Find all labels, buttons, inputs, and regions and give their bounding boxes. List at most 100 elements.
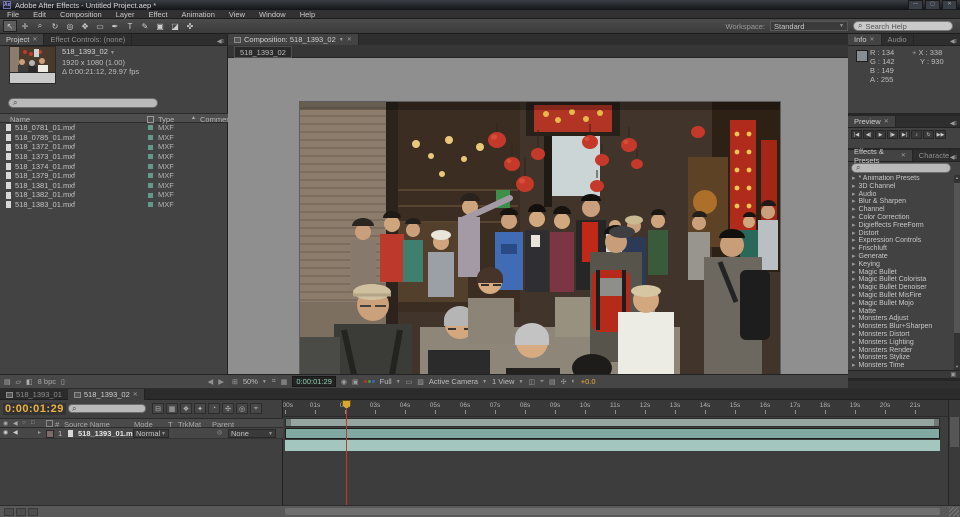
draft-3d-icon[interactable]: ▦ [166,403,178,414]
transport-button[interactable]: ▶▶ [935,130,946,139]
reset-exposure-icon[interactable]: ◐ [571,378,575,385]
time-ruler[interactable]: 0:00s01s02s03s04s05s06s07s08s09s10s11s12… [283,400,948,417]
expand-arrow-icon[interactable] [852,206,856,214]
expand-arrow-icon[interactable] [852,245,856,253]
timeline-search-field[interactable] [68,404,146,413]
expand-arrow-icon[interactable] [852,253,856,261]
chevron-down-icon[interactable] [110,50,115,56]
mask-visibility-icon[interactable]: ▦ [281,378,288,386]
tool-button[interactable]: ▣ [153,20,167,32]
effect-category-row[interactable]: Monsters Lighting [848,339,954,347]
tool-button[interactable]: ✜ [183,20,197,32]
timeline-button-icon[interactable]: ▤ [549,378,556,386]
expand-arrow-icon[interactable]: ▸ [38,429,41,436]
transport-button[interactable]: ◀| [863,130,874,139]
effect-category-row[interactable]: Blur & Sharpen [848,198,954,206]
tab-info[interactable]: Info [848,34,882,45]
panel-menu-icon[interactable] [950,154,960,161]
transparency-grid-icon[interactable]: ▨ [417,378,424,386]
tab-effect-controls[interactable]: Effect Controls: (none) [44,34,132,45]
layer-row[interactable]: ◉ ◀ ▸ 1 518_1393_01.mxf Normal ◎ None [0,428,283,439]
project-column-headers[interactable]: Name Type ▲ Comment [0,113,228,123]
composition-viewer[interactable] [228,58,848,374]
work-area-start-handle[interactable] [286,419,291,426]
workspace-dropdown[interactable]: Standard [770,21,848,31]
effect-category-row[interactable]: Magic Bullet Denoiser [848,284,954,292]
effect-category-row[interactable]: Matte [848,308,954,316]
tab-composition[interactable]: Composition: 518_1393_02 [228,34,359,45]
tool-button[interactable]: ⌕ [33,20,47,32]
exposure-value[interactable]: +0.0 [581,377,596,386]
tab-project[interactable]: Project [0,34,44,45]
timeline-horizontal-scrollbar[interactable] [285,508,940,515]
effect-category-row[interactable]: Magic Bullet Mojo [848,300,954,308]
audio-icon[interactable]: ◀ [13,429,18,436]
chevron-down-icon[interactable] [339,37,344,43]
timeline-vertical-scrollbar[interactable] [948,400,960,505]
scrollbar-thumb[interactable] [954,183,960,333]
effect-category-row[interactable]: Generate [848,253,954,261]
menu-item[interactable]: Window [252,10,293,19]
hand-grid-icon[interactable]: ⊞ [232,378,238,386]
tool-button[interactable]: ✎ [138,20,152,32]
tool-button[interactable]: ▭ [93,20,107,32]
panel-menu-icon[interactable] [950,38,960,45]
close-icon[interactable] [32,36,37,43]
auto-keyframe-icon[interactable]: ◎ [236,403,248,414]
zoom-out-icon[interactable] [16,508,26,516]
effect-category-row[interactable]: Monsters Stylize [848,354,954,362]
close-icon[interactable] [133,391,138,398]
project-row[interactable]: 518_1382_01.mxf MXF [0,190,228,200]
panel-menu-icon[interactable] [950,120,960,127]
scrollbar-thumb[interactable] [950,417,959,447]
expand-arrow-icon[interactable] [852,175,856,183]
project-row[interactable]: 518_1372_01.mxf MXF [0,142,228,152]
expand-arrow-icon[interactable] [852,230,856,238]
brainstorm-icon[interactable]: ✣ [222,403,234,414]
tool-button[interactable]: ◪ [168,20,182,32]
effect-category-row[interactable]: 3D Channel [848,183,954,191]
minimize-button[interactable]: — [908,0,923,10]
menu-item[interactable]: View [222,10,252,19]
show-channels-icon[interactable] [364,380,375,383]
expand-arrow-icon[interactable] [852,362,856,370]
parent-pickwhip-icon[interactable]: ◎ [217,429,222,436]
expand-arrow-icon[interactable] [852,300,856,308]
project-row[interactable]: 518_0781_01.mxf MXF [0,123,228,133]
timeline-tab-1[interactable]: 518_1393_01 [0,389,68,400]
transport-button[interactable]: ▶| [899,130,910,139]
zoom-in-icon[interactable] [28,508,38,516]
new-preset-icon[interactable]: ▣ [950,371,956,378]
effect-category-row[interactable]: Monsters Adjust [848,315,954,323]
project-row[interactable]: 518_1379_01.mxf MXF [0,171,228,181]
show-snapshot-icon[interactable]: ▣ [352,378,359,386]
maximize-button[interactable]: ▢ [925,0,940,10]
transport-button[interactable]: |◀ [851,130,862,139]
tool-button[interactable]: ✛ [18,20,32,32]
timeline-track-area[interactable]: 0:00s01s02s03s04s05s06s07s08s09s10s11s12… [283,400,948,505]
expand-arrow-icon[interactable] [852,237,856,245]
frame-blending-icon[interactable]: ✦ [194,403,206,414]
parent-dropdown[interactable]: None [228,429,276,438]
effect-category-row[interactable]: Monsters Time [848,362,954,370]
tool-button[interactable]: ↖ [3,20,17,32]
expand-arrow-icon[interactable] [852,315,856,323]
close-icon[interactable] [884,118,889,125]
tool-button[interactable]: T [123,20,137,32]
expand-arrow-icon[interactable] [852,308,856,316]
snapshot-camera-icon[interactable]: ◉ [341,378,347,386]
effect-category-row[interactable]: * Animation Presets [848,175,954,183]
work-area-end-handle[interactable] [934,419,939,426]
tab-effects-presets[interactable]: Effects & Presets [848,150,913,161]
project-row[interactable]: 518_1381_01.mxf MXF [0,181,228,191]
scroll-left-icon[interactable]: ◀ [207,377,213,386]
region-of-interest-icon[interactable]: ▭ [406,378,413,386]
graph-editor-icon[interactable]: ⌖ [250,403,262,414]
viewer-timecode[interactable]: 0:00:01:29 [292,376,335,387]
project-row[interactable]: 518_0785_01.mxf MXF [0,133,228,143]
menu-item[interactable]: Help [293,10,322,19]
search-help-field[interactable]: Search Help [853,21,953,31]
transport-button[interactable]: ↻ [923,130,934,139]
effect-category-row[interactable]: Color Correction [848,214,954,222]
tab-character[interactable]: Characte [913,150,950,161]
